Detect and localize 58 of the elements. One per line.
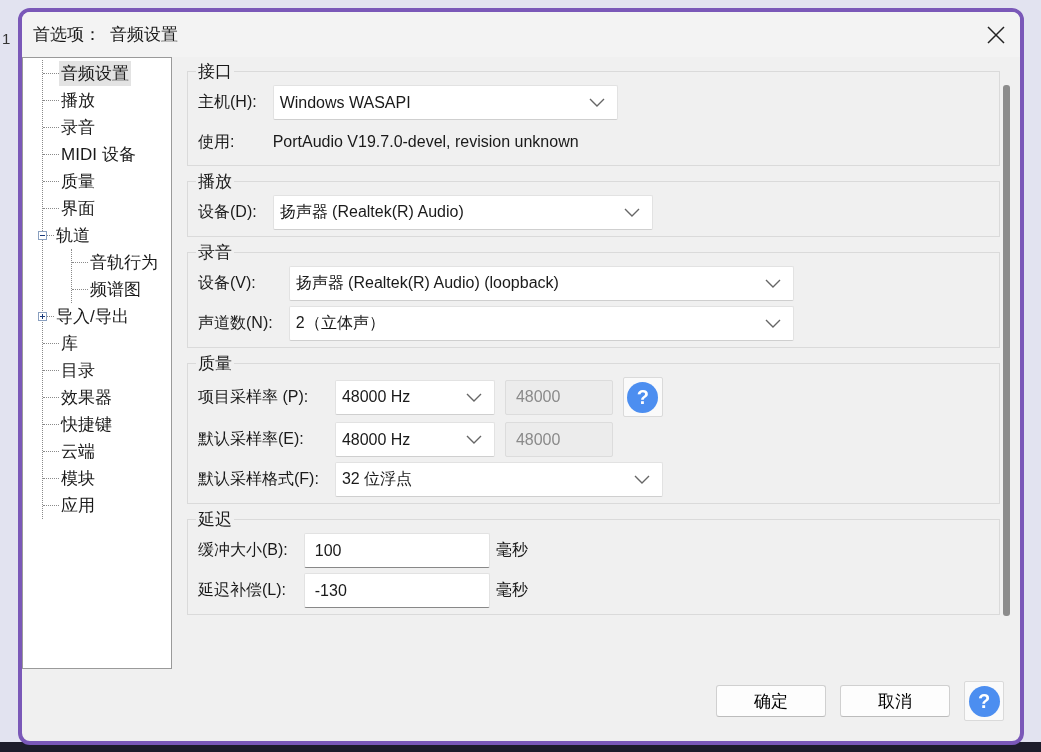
collapse-icon[interactable] [38, 231, 47, 240]
tree-item[interactable]: 导入/导出 [54, 304, 131, 329]
dialog-button[interactable]: 取消 [840, 685, 950, 717]
tree-item[interactable]: MIDI 设备 [59, 142, 138, 167]
tree-item[interactable]: 音轨行为 [88, 250, 160, 275]
field-label: 主机(H): [198, 92, 257, 112]
chevron-icon [764, 279, 781, 288]
dropdown[interactable]: 扬声器 (Realtek(R) Audio) (loopback) [288, 266, 794, 301]
tree-item[interactable]: 云端 [59, 439, 97, 464]
tree-item[interactable]: 效果器 [59, 385, 114, 410]
background-label: 1 [2, 30, 11, 47]
dropdown[interactable]: 32 位浮点 [334, 462, 663, 497]
tree-item[interactable]: 模块 [59, 466, 97, 491]
scrollbar[interactable] [1003, 85, 1010, 616]
tree-item[interactable]: 录音 [59, 115, 97, 140]
tree-item[interactable]: 库 [59, 331, 80, 356]
input-field[interactable]: 100 [303, 533, 490, 568]
field-label: 声道数(N): [198, 313, 273, 333]
field-label: 设备(V): [198, 273, 257, 293]
chevron-icon [764, 319, 781, 328]
unit-label: 毫秒 [495, 580, 528, 600]
dropdown[interactable]: 48000 Hz [334, 379, 495, 415]
tree-item[interactable]: 界面 [59, 196, 97, 221]
group-title: 质量 [197, 353, 233, 375]
field-label: 设备(D): [198, 202, 257, 222]
input-field[interactable]: -130 [303, 573, 490, 608]
tree-item[interactable]: 频谱图 [88, 277, 143, 302]
group-title: 延迟 [197, 509, 233, 531]
dropdown[interactable]: 扬声器 (Realtek(R) Audio) [272, 195, 653, 230]
dropdown[interactable]: 2（立体声） [288, 306, 794, 341]
field-label: 使用: [198, 131, 236, 152]
tree-item[interactable]: 快捷键 [59, 412, 114, 437]
expand-icon[interactable] [38, 312, 47, 321]
field-label: 默认采样率(E): [198, 429, 305, 449]
chevron-icon [633, 475, 650, 484]
field-label: 延迟补偿(L): [198, 580, 287, 600]
field-label: 项目采样率 (P): [198, 386, 310, 407]
info-text: PortAudio V19.7.0-devel, revision unknown [272, 133, 579, 151]
group-title: 接口 [197, 61, 233, 83]
unit-label: 毫秒 [495, 540, 528, 560]
tree-item[interactable]: 质量 [59, 169, 97, 194]
dropdown[interactable]: Windows WASAPI [272, 85, 618, 120]
chevron-icon [623, 208, 640, 217]
field-label: 默认采样格式(F): [198, 469, 319, 489]
dialog-button[interactable]: 确定 [716, 685, 826, 717]
group-title: 录音 [197, 242, 233, 264]
window-title: 首选项： 音频设置 [33, 24, 179, 46]
tree-item[interactable]: 轨道 [54, 223, 92, 248]
chevron-icon [588, 98, 605, 107]
tree-item[interactable]: 应用 [59, 493, 97, 518]
chevron-icon [465, 392, 482, 402]
tree-item[interactable]: 音频设置 [59, 61, 131, 86]
group-title: 播放 [197, 171, 233, 193]
field-label: 缓冲大小(B): [198, 540, 288, 560]
chevron-icon [465, 435, 482, 444]
dropdown[interactable]: 48000 Hz [334, 422, 495, 457]
tree-item[interactable]: 目录 [59, 358, 97, 383]
tree-item[interactable]: 播放 [59, 88, 97, 113]
